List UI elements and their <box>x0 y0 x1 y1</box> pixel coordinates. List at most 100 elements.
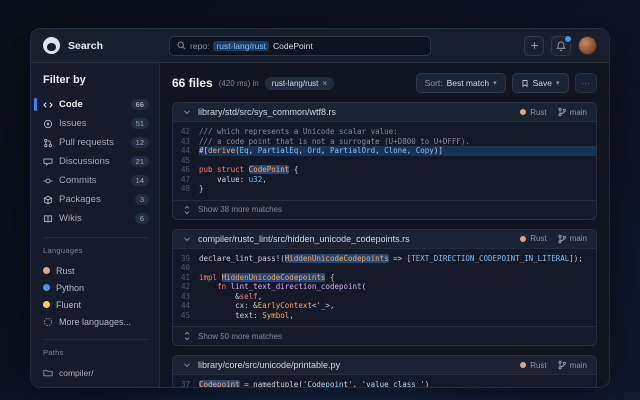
repo-chip-label: rust-lang/rust <box>271 78 319 88</box>
sidebar-item-commits[interactable]: Commits 14 <box>43 171 149 190</box>
line-number[interactable]: 39 <box>173 254 199 264</box>
language-dot <box>520 109 527 115</box>
search-qualifier-prefix: repo: <box>190 40 210 51</box>
sort-prefix: Sort: <box>424 78 443 88</box>
nav-label: Issues <box>59 118 87 129</box>
github-logo[interactable] <box>43 37 60 54</box>
line-number[interactable]: 47 <box>173 175 199 185</box>
app-window: Search repo: rust-lang/rust CodePoint Fil… <box>30 28 610 388</box>
result-file-header[interactable]: library/core/src/unicode/printable.py Ru… <box>173 356 596 375</box>
result-type-nav: Code 66 Issues 51 Pull requests 12 Discu… <box>34 95 149 228</box>
pull-request-icon <box>43 138 53 148</box>
code-token: ) <box>424 380 430 387</box>
sidebar-item-pull-requests[interactable]: Pull requests 12 <box>43 133 149 152</box>
create-new-button[interactable] <box>524 35 544 56</box>
sidebar-item-code[interactable]: Code 66 <box>34 95 149 114</box>
file-meta: Rust main <box>520 360 587 370</box>
line-content: pub struct CodePoint { <box>199 165 596 175</box>
file-path-link[interactable]: compiler/rustc_lint/src/hidden_unicode_c… <box>198 234 410 244</box>
line-number[interactable]: 43 <box>173 292 199 302</box>
sidebar-divider <box>43 339 149 340</box>
sidebar-item-issues[interactable]: Issues 51 <box>43 114 149 133</box>
sort-dropdown[interactable]: Sort: Best match ▾ <box>415 73 506 93</box>
languages-header: Languages <box>43 246 83 255</box>
notifications-button[interactable] <box>551 34 572 56</box>
more-languages-icon <box>43 317 53 327</box>
languages-list: Rust Python Fluent More languages... <box>43 262 149 330</box>
match-highlight: Codepoint <box>199 380 240 387</box>
code-token: 'value class_' <box>361 380 425 387</box>
unfold-icon <box>182 331 192 341</box>
sidebar-item-packages[interactable]: Packages 3 <box>43 190 149 209</box>
language-filter-python[interactable]: Python <box>43 279 149 296</box>
file-path-link[interactable]: library/core/src/unicode/printable.py <box>198 360 340 370</box>
user-avatar[interactable] <box>578 36 597 55</box>
code-token: ]); <box>569 253 583 263</box>
language-filter-rust[interactable]: Rust <box>43 262 149 279</box>
line-content: text: Symbol, <box>199 311 596 321</box>
sidebar-item-discussions[interactable]: Discussions 21 <box>43 152 149 171</box>
line-number[interactable]: 40 <box>173 263 199 273</box>
result-file-header[interactable]: compiler/rustc_lint/src/hidden_unicode_c… <box>173 229 596 249</box>
line-number[interactable]: 44 <box>173 146 199 156</box>
line-content: impl HiddenUnicodeCodepoints { <box>199 272 596 283</box>
language-dot <box>520 362 527 368</box>
nav-label: Code <box>59 99 83 110</box>
line-content: fn lint_text_direction_codepoint( <box>199 282 596 292</box>
language-dot <box>43 284 50 291</box>
path-filter[interactable]: library/ <box>43 381 149 387</box>
line-number[interactable]: 43 <box>173 137 199 147</box>
path-filter[interactable]: compiler/ <box>43 364 149 381</box>
commit-icon <box>43 176 53 186</box>
line-number[interactable]: 46 <box>173 165 199 175</box>
line-content: #[derive(Eq, PartialEq, Ord, PartialOrd,… <box>199 146 596 156</box>
file-meta: Rust main <box>520 107 587 117</box>
brand-title: Search <box>68 39 104 52</box>
code-icon <box>43 100 53 110</box>
code-token: Copy <box>415 146 434 155</box>
paths-list: compiler/library/src/src/test/src/test/u… <box>43 364 149 387</box>
line-number[interactable]: 45 <box>173 311 199 321</box>
code-token: value: <box>199 174 249 184</box>
line-number[interactable]: 45 <box>173 156 199 166</box>
result-cards: library/std/src/sys_common/wtf8.rs Rust … <box>172 102 597 387</box>
results-timing: (420 ms) in <box>218 78 259 88</box>
result-file-header[interactable]: library/std/src/sys_common/wtf8.rs Rust … <box>173 103 596 122</box>
show-more-matches-button[interactable]: Show 50 more matches <box>173 326 596 345</box>
language-label: Python <box>56 282 85 293</box>
language-label: Fluent <box>56 299 82 310</box>
code-snippet: 42/// which represents a Unicode scalar … <box>173 122 596 200</box>
language-label: Rust <box>56 265 75 276</box>
code-token: , <box>262 174 267 184</box>
language-filter-more-languages[interactable]: More languages... <box>43 313 149 330</box>
global-search-input[interactable]: repo: rust-lang/rust CodePoint <box>169 35 432 56</box>
line-number[interactable]: 44 <box>173 301 199 311</box>
save-button[interactable]: Save ▾ <box>511 73 569 93</box>
topbar-actions <box>524 34 597 56</box>
more-options-button[interactable]: ⋯ <box>574 73 597 93</box>
nav-label: Discussions <box>59 156 110 167</box>
count-badge: 14 <box>130 175 149 186</box>
search-icon <box>177 41 186 50</box>
line-number[interactable]: 42 <box>173 127 199 137</box>
line-number[interactable]: 37 <box>173 380 199 387</box>
line-number[interactable]: 42 <box>173 282 199 292</box>
line-content: declare_lint_pass!(HiddenUnicodeCodepoin… <box>199 253 596 264</box>
code-token: PartialEq <box>257 146 299 155</box>
show-more-matches-button[interactable]: Show 38 more matches <box>173 199 596 219</box>
file-path-link[interactable]: library/std/src/sys_common/wtf8.rs <box>198 107 336 117</box>
repo-filter-chip[interactable]: rust-lang/rust × <box>264 76 335 90</box>
language-filter-fluent[interactable]: Fluent <box>43 296 149 313</box>
line-number[interactable]: 48 <box>173 184 199 194</box>
line-content: cx: &EarlyContext<'_>, <box>199 301 596 311</box>
sidebar-item-wikis[interactable]: Wikis 6 <box>43 209 149 228</box>
language-dot <box>43 301 50 308</box>
close-icon[interactable]: × <box>322 79 327 88</box>
code-token: , <box>352 380 362 387</box>
code-token: , <box>406 146 416 155</box>
code-token: pub struct <box>199 165 249 174</box>
bell-icon <box>556 40 566 51</box>
line-number[interactable]: 41 <box>173 273 199 283</box>
language-dot <box>43 267 50 274</box>
